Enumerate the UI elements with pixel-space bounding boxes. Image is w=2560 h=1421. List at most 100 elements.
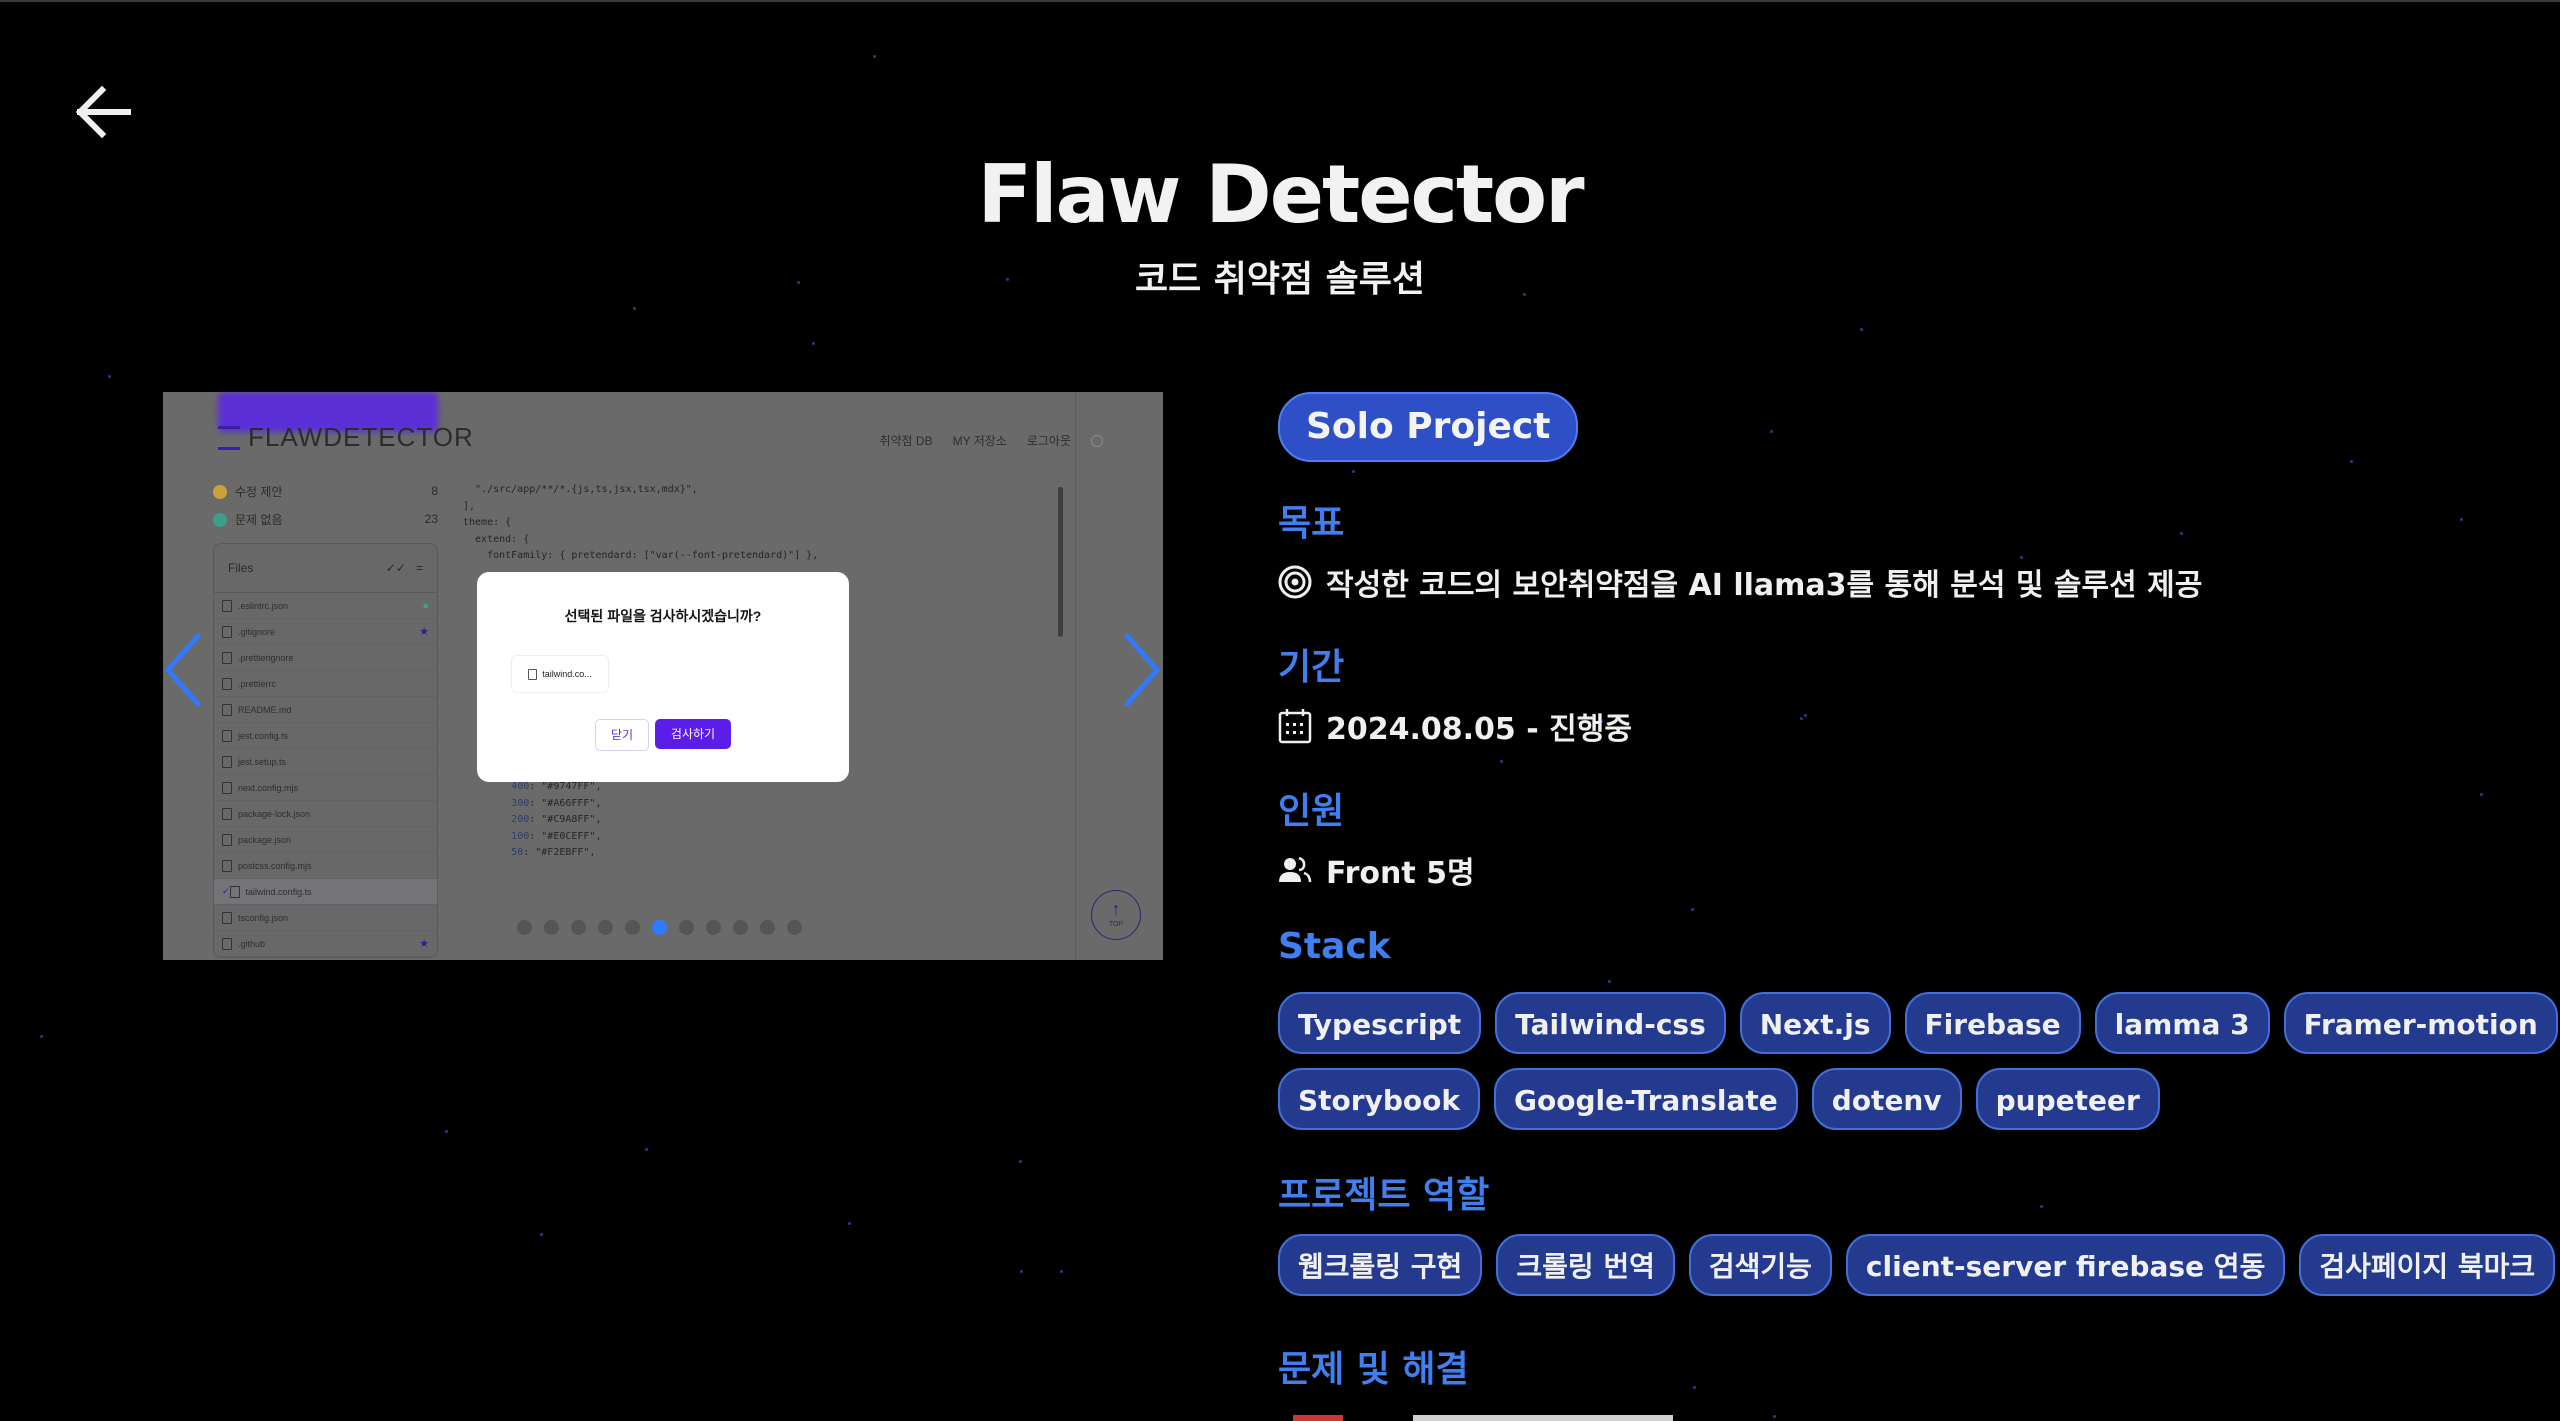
file-icon (222, 599, 232, 612)
stat-label: 문제 없음 (235, 512, 283, 527)
period-row: 2024.08.05 - 진행중 (1278, 704, 1632, 748)
star-dot (1770, 430, 1773, 433)
problems-heading: 문제 및 해결 (1278, 1349, 1469, 1390)
file-row: next.config.mjs (214, 775, 437, 801)
carousel-dot-7[interactable] (679, 920, 694, 935)
status-dot (213, 513, 227, 528)
file-icon (222, 859, 232, 872)
star-dot (1691, 908, 1694, 911)
panel-divider (1075, 392, 1076, 960)
code-line: "./src/app/**/*.{js,ts,jsx,tsx,mdx}", (463, 484, 698, 495)
file-row: .github ★ (214, 931, 437, 957)
star-dot (445, 1130, 448, 1133)
star-dot (2020, 556, 2023, 559)
file-icon (222, 729, 232, 742)
code-line: 200: "#C9A8FF", (511, 814, 602, 825)
modal-question: 선택된 파일을 검사하시겠습니까? (564, 608, 762, 624)
file-icon (222, 833, 232, 846)
window-top-border (0, 0, 2560, 2)
role-tag-list: 웹크롤링 구현 크롤링 번역 검색기능 client-server firebase … (1278, 1234, 2560, 1296)
code-line: 300: "#A66FFF", (511, 797, 602, 809)
file-row: jest.setup.ts (214, 749, 437, 775)
role-tag: 검색기능 (1688, 1234, 1832, 1296)
star-dot (1800, 717, 1803, 720)
file-name: .prettierrc (238, 678, 277, 689)
star-dot (812, 342, 815, 345)
arrow-up-icon: ↑ (1111, 899, 1121, 919)
code-scrollbar (1058, 487, 1063, 637)
stat-row: 수정 제안 8 (213, 477, 438, 505)
carousel-dot-6[interactable] (652, 920, 667, 935)
carousel-next-button[interactable] (1115, 630, 1165, 710)
role-tag: 크롤링 번역 (1496, 1234, 1675, 1296)
file-name: .prettierignore (238, 652, 294, 663)
back-button[interactable] (70, 80, 134, 144)
target-icon (1278, 565, 1312, 599)
file-row: README.md (214, 697, 437, 723)
carousel-dot-10[interactable] (760, 920, 775, 935)
app-sidebar: 수정 제안 8 문제 없음 23 Files ✓✓ = .eslintrc.js… (213, 477, 438, 960)
carousel-prev-button[interactable] (160, 630, 210, 710)
file-row: .prettierrc (214, 671, 437, 697)
star-dot (2350, 460, 2353, 463)
files-actions-icon: ✓✓ = (385, 561, 423, 575)
carousel-dot-1[interactable] (517, 920, 532, 935)
logo-text: FLAWDETECTOR (248, 422, 474, 452)
nav-item: 로그아웃 (1026, 434, 1071, 448)
file-icon (222, 911, 232, 924)
file-list: .eslintrc.json ● .gitignore ★ .prettierignor… (214, 593, 437, 957)
screenshot-carousel[interactable]: FLAWDETECTOR 취약점 DB MY 저장소 로그아웃 수정 제안 8 … (163, 392, 1163, 960)
carousel-dot-4[interactable] (598, 920, 613, 935)
role-tag: 웹크롤링 구현 (1278, 1234, 1483, 1296)
nav-item: MY 저장소 (952, 434, 1007, 448)
star-dot (1500, 760, 1503, 763)
project-type-badge-wrap: Solo Project (1278, 392, 1579, 462)
file-name: README.md (238, 704, 292, 715)
stat-count: 23 (424, 512, 438, 526)
carousel-dot-9[interactable] (733, 920, 748, 935)
star-dot (848, 1222, 851, 1225)
star-dot (1060, 1270, 1063, 1273)
file-row: postcss.config.mjs (214, 853, 437, 879)
star-dot (108, 375, 111, 378)
project-type-badge: Solo Project (1278, 392, 1579, 462)
stack-tag-list: Typescript Tailwind-css Next.js Firebase lam… (1278, 992, 2560, 1130)
modal-close-button: 닫기 (595, 719, 649, 751)
file-name: postcss.config.mjs (238, 860, 312, 871)
selected-file-chip: tailwind.co... (511, 655, 609, 693)
carousel-dot-11[interactable] (787, 920, 802, 935)
star-dot (1608, 980, 1611, 983)
star-dot (1773, 1415, 1776, 1418)
check-circle-icon: ● (422, 599, 429, 612)
file-name: next.config.mjs (238, 782, 299, 793)
star-dot (1860, 328, 1863, 331)
goal-row: 작성한 코드의 보안취약점을 AI llama3를 통해 분석 및 솔루션 제공 (1278, 560, 2202, 604)
file-icon (222, 677, 232, 690)
file-icon (222, 755, 232, 768)
file-name: tsconfig.json (238, 912, 289, 923)
carousel-dot-2[interactable] (544, 920, 559, 935)
period-heading: 기간 (1278, 647, 1345, 688)
file-row: package.json (214, 827, 437, 853)
carousel-dot-8[interactable] (706, 920, 721, 935)
star-dot (40, 1035, 43, 1038)
goal-text: 작성한 코드의 보안취약점을 AI llama3를 통해 분석 및 솔루션 제공 (1326, 568, 2203, 603)
role-tag: 검사페이지 북마크 (2299, 1234, 2556, 1296)
stack-tag: Typescript (1278, 992, 1482, 1054)
code-line: extend: { (463, 533, 530, 545)
star-dot (1693, 1386, 1696, 1389)
carousel-pagination (517, 920, 802, 935)
star-dot (633, 307, 636, 310)
files-panel: Files ✓✓ = .eslintrc.json ● .gitignore ★ .pr… (213, 543, 438, 958)
carousel-dot-3[interactable] (571, 920, 586, 935)
roles-heading: 프로젝트 역할 (1278, 1175, 1490, 1216)
file-icon (229, 885, 240, 898)
code-line: 100: "#E0CEFF", (511, 830, 602, 842)
file-name: .eslintrc.json (238, 600, 289, 611)
star-dot (1019, 1160, 1022, 1163)
nav-item: 취약점 DB (879, 434, 933, 448)
chevron-right-icon (1124, 633, 1161, 707)
carousel-dot-5[interactable] (625, 920, 640, 935)
file-row: .eslintrc.json ● (214, 593, 437, 619)
members-text: Front 5명 (1326, 856, 1475, 891)
